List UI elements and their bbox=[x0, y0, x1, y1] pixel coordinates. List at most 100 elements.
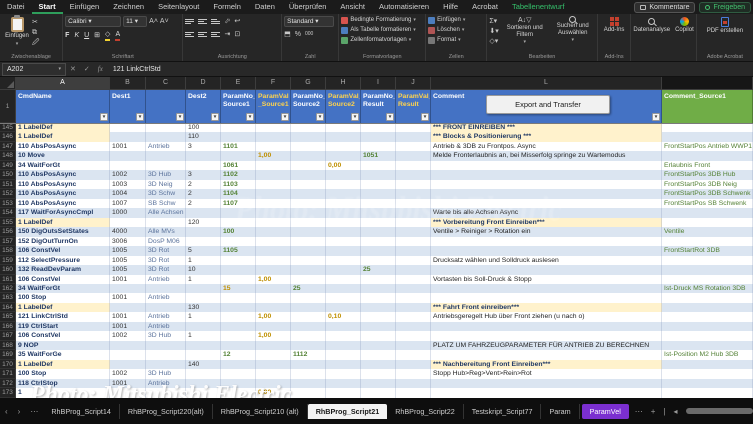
cell-L146[interactable]: *** Blocks & Positionierung *** bbox=[431, 132, 662, 141]
cell-G171[interactable] bbox=[291, 369, 326, 378]
thousands-icon[interactable]: 000 bbox=[305, 30, 313, 39]
cell-C163[interactable]: Antrieb bbox=[146, 293, 186, 302]
ribbon-tab-überprüfen[interactable]: Überprüfen bbox=[282, 0, 334, 14]
cell-C152[interactable]: 3D Schw bbox=[146, 189, 186, 198]
sheet-tab-Testskript_Script77[interactable]: Testskript_Script77 bbox=[464, 404, 542, 419]
cell-I149[interactable] bbox=[361, 161, 396, 170]
cell-L149[interactable] bbox=[431, 161, 662, 170]
table-column-header-Dest1[interactable]: Dest1▾ bbox=[110, 90, 146, 123]
export-transfer-button[interactable]: Export and Transfer bbox=[486, 95, 610, 114]
cell-F161[interactable]: 1,00 bbox=[256, 275, 291, 284]
cell-L151[interactable] bbox=[431, 180, 662, 189]
cell-G147[interactable] bbox=[291, 142, 326, 151]
table-column-header-CmdName[interactable]: CmdName▾ bbox=[16, 90, 110, 123]
cell-H165[interactable]: 0,10 bbox=[326, 312, 361, 321]
cell-J155[interactable] bbox=[396, 218, 431, 227]
column-header-I[interactable]: I bbox=[361, 77, 396, 90]
cell-C153[interactable]: SB Schw bbox=[146, 199, 186, 208]
row-header-150[interactable]: 150 bbox=[0, 170, 16, 179]
cell-G162[interactable]: 25 bbox=[291, 284, 326, 293]
cell-L158[interactable] bbox=[431, 246, 662, 255]
cell-L164[interactable]: *** Fahrt Front einreiben*** bbox=[431, 303, 662, 312]
cell-D147[interactable]: 3 bbox=[186, 142, 221, 151]
column-header-E[interactable]: E bbox=[221, 77, 256, 90]
row-header-159[interactable]: 159 bbox=[0, 256, 16, 265]
cell-I159[interactable] bbox=[361, 256, 396, 265]
cell-E145[interactable] bbox=[221, 123, 256, 132]
row-header-145[interactable]: 145 bbox=[0, 123, 16, 132]
column-header-D[interactable]: D bbox=[186, 77, 221, 90]
cell-B161[interactable]: 1001 bbox=[110, 275, 146, 284]
row-header-147[interactable]: 147 bbox=[0, 142, 16, 151]
scroll-left-icon[interactable]: ◂ bbox=[670, 407, 682, 416]
cell-H164[interactable] bbox=[326, 303, 361, 312]
row-header-167[interactable]: 167 bbox=[0, 331, 16, 340]
cell-C162[interactable] bbox=[146, 284, 186, 293]
cell-N163[interactable] bbox=[662, 293, 753, 302]
cell-H166[interactable] bbox=[326, 322, 361, 331]
cell-H152[interactable] bbox=[326, 189, 361, 198]
align-top-icon[interactable] bbox=[185, 18, 194, 25]
cell-G157[interactable] bbox=[291, 237, 326, 246]
cell-G149[interactable] bbox=[291, 161, 326, 170]
cell-E148[interactable] bbox=[221, 151, 256, 160]
bold-button[interactable]: F bbox=[65, 32, 69, 39]
cell-D150[interactable]: 3 bbox=[186, 170, 221, 179]
cell-F171[interactable] bbox=[256, 369, 291, 378]
filter-button-C[interactable]: ▾ bbox=[176, 113, 184, 121]
cell-F160[interactable] bbox=[256, 265, 291, 274]
cell-F173[interactable]: 0,00 bbox=[256, 388, 291, 397]
cell-D169[interactable] bbox=[186, 350, 221, 359]
table-column-header-ParamVal[interactable]: ParamVal_Source1▾ bbox=[256, 90, 291, 123]
cell-F145[interactable] bbox=[256, 123, 291, 132]
row-header-155[interactable]: 155 bbox=[0, 218, 16, 227]
cell-C156[interactable]: Alle MVs bbox=[146, 227, 186, 236]
cell-A166[interactable]: 119 CtrlStart bbox=[16, 322, 110, 331]
ribbon-tab-daten[interactable]: Daten bbox=[248, 0, 282, 14]
cell-B157[interactable]: 3006 bbox=[110, 237, 146, 246]
cell-A169[interactable]: 35 WaitForGe bbox=[16, 350, 110, 359]
cell-A153[interactable]: 110 AbsPosAsync bbox=[16, 199, 110, 208]
create-pdf-button[interactable]: PDF erstellen bbox=[699, 16, 751, 35]
cell-H168[interactable] bbox=[326, 341, 361, 350]
cell-N168[interactable] bbox=[662, 341, 753, 350]
cell-J147[interactable] bbox=[396, 142, 431, 151]
cell-C151[interactable]: 3D Neig bbox=[146, 180, 186, 189]
row-header-153[interactable]: 153 bbox=[0, 199, 16, 208]
cell-J165[interactable] bbox=[396, 312, 431, 321]
cell-C173[interactable] bbox=[146, 388, 186, 397]
cell-B151[interactable]: 1003 bbox=[110, 180, 146, 189]
cell-D153[interactable]: 2 bbox=[186, 199, 221, 208]
cell-L166[interactable] bbox=[431, 322, 662, 331]
cell-A165[interactable]: 121 LinkCtrlStd bbox=[16, 312, 110, 321]
cell-A145[interactable]: 1 LabelDef bbox=[16, 123, 110, 132]
cell-J164[interactable] bbox=[396, 303, 431, 312]
cell-L170[interactable]: *** Nachbereitung Front Einreiben*** bbox=[431, 360, 662, 369]
column-header-B[interactable]: B bbox=[110, 77, 146, 90]
cell-D156[interactable] bbox=[186, 227, 221, 236]
cell-A156[interactable]: 150 DigOutsSetStates bbox=[16, 227, 110, 236]
cell-B153[interactable]: 1007 bbox=[110, 199, 146, 208]
cell-D167[interactable]: 1 bbox=[186, 331, 221, 340]
cell-B148[interactable] bbox=[110, 151, 146, 160]
cell-A155[interactable]: 1 LabelDef bbox=[16, 218, 110, 227]
cell-G159[interactable] bbox=[291, 256, 326, 265]
filter-button-A[interactable]: ▾ bbox=[100, 113, 108, 121]
cancel-icon[interactable]: ✕ bbox=[66, 65, 80, 73]
cell-B156[interactable]: 4000 bbox=[110, 227, 146, 236]
cell-J172[interactable] bbox=[396, 379, 431, 388]
cell-C167[interactable]: 3D Hub bbox=[146, 331, 186, 340]
column-header-C[interactable]: C bbox=[146, 77, 186, 90]
cell-B171[interactable]: 1002 bbox=[110, 369, 146, 378]
cell-L148[interactable]: Melde Fronterlaubnis an, bei Misserfolg … bbox=[431, 151, 662, 160]
format-painter-icon[interactable]: 🖉 bbox=[32, 38, 39, 47]
cell-C159[interactable]: 3D Rot bbox=[146, 256, 186, 265]
cell-H162[interactable] bbox=[326, 284, 361, 293]
filter-button-L[interactable]: ▾ bbox=[652, 113, 660, 121]
fill-icon[interactable]: ⬇▾ bbox=[489, 27, 498, 36]
cell-I163[interactable] bbox=[361, 293, 396, 302]
cell-H146[interactable] bbox=[326, 132, 361, 141]
share-button[interactable]: Freigeben bbox=[699, 2, 751, 13]
cell-C169[interactable] bbox=[146, 350, 186, 359]
column-header-blank[interactable] bbox=[662, 77, 753, 90]
